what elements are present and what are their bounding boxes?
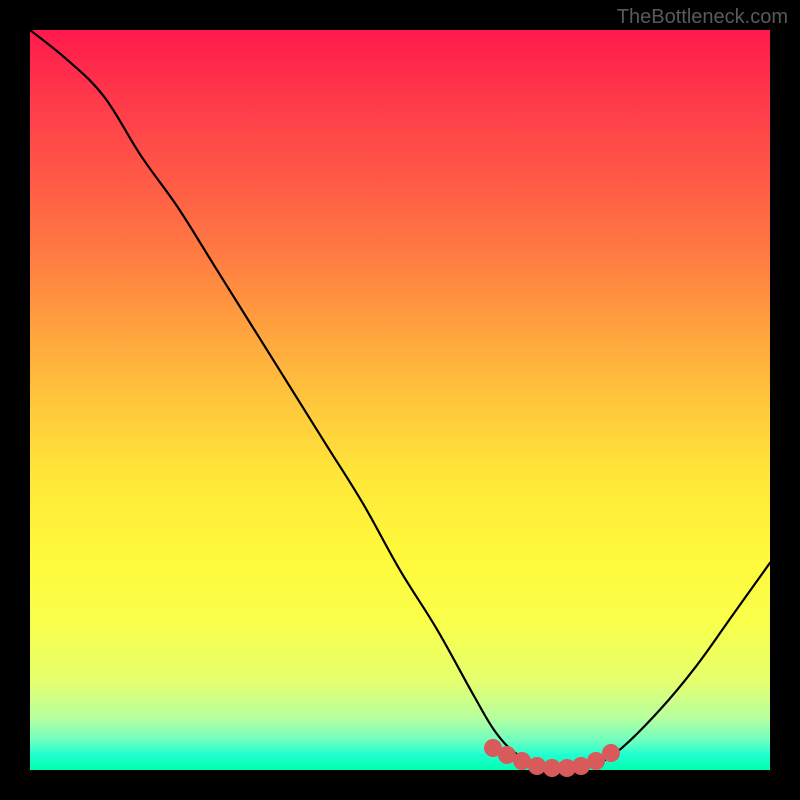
watermark-text: TheBottleneck.com bbox=[617, 6, 788, 29]
highlight-marker bbox=[602, 744, 620, 762]
plot-area bbox=[30, 30, 770, 770]
marker-layer bbox=[30, 30, 770, 770]
